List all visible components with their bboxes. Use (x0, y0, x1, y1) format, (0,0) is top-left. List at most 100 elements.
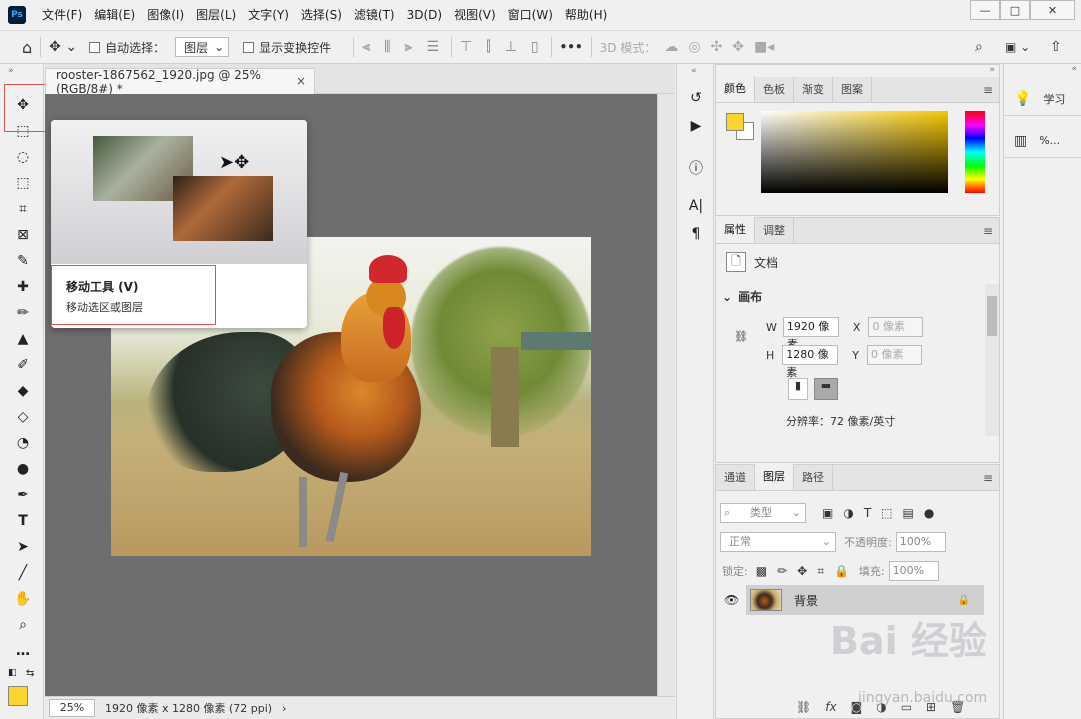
type-tool-icon[interactable]: T (10, 510, 36, 532)
zoom-tool-icon[interactable]: ⌕ (10, 614, 36, 636)
maximize-button[interactable]: □ (1000, 0, 1030, 20)
history-icon[interactable]: ↺ (686, 90, 706, 110)
path-select-tool-icon[interactable]: ➤ (10, 536, 36, 558)
pen-tool-icon[interactable]: ✒ (10, 484, 36, 506)
lasso-tool-icon[interactable]: ◌ (10, 146, 36, 168)
lock-transparent-icon[interactable]: ▩ (756, 564, 767, 579)
search-icon[interactable]: ⌕ (975, 39, 983, 55)
filter-toggle-icon[interactable]: ● (924, 506, 934, 520)
link-layers-icon[interactable]: ⛓ (796, 700, 811, 714)
crop-tool-icon[interactable]: ⌗ (10, 198, 36, 220)
scrollbar-thumb[interactable] (987, 296, 997, 336)
smart-object-filter-icon[interactable]: ▤ (903, 506, 914, 520)
tab-color[interactable]: 颜色 (716, 76, 755, 102)
healing-brush-tool-icon[interactable]: ✚ (10, 276, 36, 298)
panel-menu-icon[interactable]: ≡ (983, 83, 993, 97)
share-icon[interactable]: ⇧ (1050, 39, 1062, 55)
align-bottom-icon[interactable]: ⊥ (505, 39, 517, 55)
menu-image[interactable]: 图像(I) (141, 0, 190, 30)
more-options-button[interactable]: ••• (560, 40, 583, 54)
align-middle-icon[interactable]: ⫿ (486, 39, 490, 55)
3d-camera-icon[interactable]: ■◂ (754, 39, 774, 55)
lock-all-icon[interactable]: 🔒 (834, 564, 849, 579)
collapse-icon[interactable]: » (989, 65, 995, 75)
close-button[interactable]: ✕ (1030, 0, 1075, 20)
minimize-button[interactable]: — (970, 0, 1000, 20)
menu-3d[interactable]: 3D(D) (401, 0, 448, 30)
blend-mode-dropdown[interactable]: 正常 ⌄ (720, 532, 836, 552)
brush-tool-icon[interactable]: ✏ (10, 302, 36, 324)
home-icon[interactable]: ⌂ (22, 38, 32, 57)
status-menu-arrow[interactable]: › (282, 702, 286, 715)
lock-position-icon[interactable]: ✥ (797, 564, 807, 579)
move-tool-preset-icon[interactable]: ✥ ⌄ (49, 39, 77, 55)
hand-tool-icon[interactable]: ✋ (10, 588, 36, 610)
align-top-icon[interactable]: ⊤ (460, 39, 472, 55)
tab-patterns[interactable]: 图案 (833, 77, 872, 102)
blur-tool-icon[interactable]: ◔ (10, 432, 36, 454)
auto-select-dropdown[interactable]: 图层 ⌄ (175, 37, 230, 57)
collapse-icon[interactable]: » (8, 66, 14, 76)
history-brush-tool-icon[interactable]: ✐ (10, 354, 36, 376)
character-icon[interactable]: A| (686, 198, 706, 218)
link-dimensions-icon[interactable]: ⛓ (734, 330, 748, 343)
align-right-icon[interactable]: ⫸ (405, 39, 413, 55)
paragraph-icon[interactable]: ¶ (686, 226, 706, 246)
object-select-tool-icon[interactable]: ⬚ (10, 172, 36, 194)
panel-menu-icon[interactable]: ≡ (983, 224, 993, 238)
menu-filter[interactable]: 滤镜(T) (348, 0, 401, 30)
collapse-icon[interactable]: « (1071, 64, 1077, 74)
tab-layers[interactable]: 图层 (755, 464, 794, 490)
workspace-icon[interactable]: ▣ ⌄ (1005, 40, 1030, 54)
library-button[interactable]: ▥ %... (1004, 124, 1081, 158)
tab-channels[interactable]: 通道 (716, 465, 755, 490)
3d-roll-icon[interactable]: ◎ (688, 39, 700, 55)
edit-toolbar-icon[interactable]: … (10, 640, 36, 662)
info-icon[interactable]: ⓘ (686, 158, 706, 178)
panel-menu-icon[interactable]: ≡ (983, 471, 993, 485)
portrait-icon[interactable]: ▮ (788, 378, 808, 400)
frame-tool-icon[interactable]: ⊠ (10, 224, 36, 246)
foreground-color-square[interactable] (726, 113, 744, 131)
width-input[interactable]: 1920 像素 (782, 317, 839, 351)
canvas-section-header[interactable]: ⌄ 画布 (722, 288, 762, 305)
visibility-eye-icon[interactable]: 👁 (724, 593, 739, 607)
close-tab-icon[interactable]: × (296, 74, 306, 88)
properties-scrollbar[interactable] (985, 284, 999, 436)
auto-select-checkbox[interactable]: 自动选择： (89, 39, 165, 56)
document-tab[interactable]: rooster-1867562_1920.jpg @ 25%(RGB/8#) *… (45, 68, 315, 96)
hue-slider[interactable] (965, 111, 985, 193)
shape-filter-icon[interactable]: ⬚ (881, 506, 892, 520)
lock-paint-icon[interactable]: ✏ (777, 564, 787, 579)
3d-slide-icon[interactable]: ✥ (732, 39, 744, 55)
landscape-icon[interactable]: ▬ (814, 378, 838, 400)
fx-icon[interactable]: fx (825, 700, 836, 714)
lock-artboard-icon[interactable]: ⌗ (817, 564, 824, 579)
3d-orbit-icon[interactable]: ☁ (664, 39, 678, 55)
default-colors-icon[interactable]: ◧ (8, 668, 17, 678)
paint-bucket-tool-icon[interactable]: ◇ (10, 406, 36, 428)
pixel-filter-icon[interactable]: ▣ (822, 506, 833, 520)
menu-type[interactable]: 文字(Y) (242, 0, 295, 30)
menu-layer[interactable]: 图层(L) (190, 0, 242, 30)
adjustment-filter-icon[interactable]: ◑ (843, 506, 853, 520)
collapse-icon[interactable]: « (691, 66, 697, 76)
tab-swatches[interactable]: 色板 (755, 77, 794, 102)
height-input[interactable]: 1280 像素 (782, 345, 839, 379)
clone-stamp-tool-icon[interactable]: ▲ (10, 328, 36, 350)
3d-pan-icon[interactable]: ✣ (711, 39, 723, 55)
align-center-h-icon[interactable]: ⫼ (384, 39, 390, 55)
menu-help[interactable]: 帮助(H) (559, 0, 613, 30)
opacity-input[interactable]: 100% (895, 532, 946, 552)
align-left-icon[interactable]: ⫷ (362, 39, 370, 55)
menu-window[interactable]: 窗口(W) (502, 0, 559, 30)
eyedropper-tool-icon[interactable]: ✎ (10, 250, 36, 272)
menu-file[interactable]: 文件(F) (36, 0, 88, 30)
vertical-scrollbar[interactable] (657, 94, 675, 696)
tab-adjustments[interactable]: 调整 (755, 218, 794, 243)
distribute-h-icon[interactable]: ☰ (426, 39, 439, 55)
show-transform-checkbox[interactable]: 显示变换控件 (243, 39, 331, 56)
tab-paths[interactable]: 路径 (794, 465, 833, 490)
swap-colors-icon[interactable]: ⇆ (26, 668, 34, 679)
checkbox-icon[interactable] (243, 41, 255, 53)
